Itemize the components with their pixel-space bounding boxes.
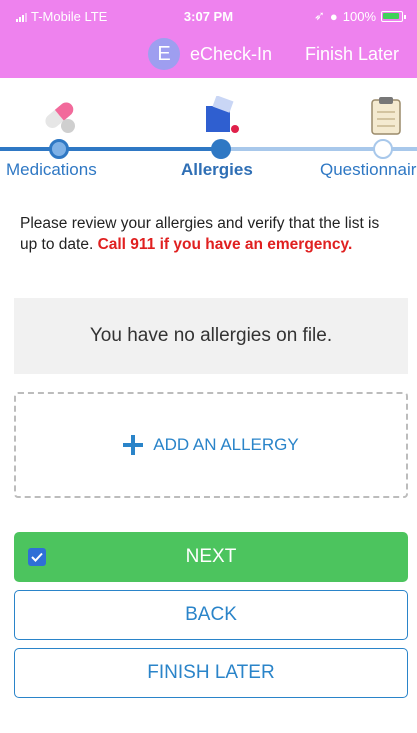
allergy-icon [206,96,239,133]
step-dot-questionnaire[interactable] [373,139,393,159]
app-title: eCheck-In [190,44,273,64]
step-dot-medications[interactable] [49,139,69,159]
location-icon: ➶ [313,8,325,23]
finish-later-button[interactable]: FINISH LATER [14,648,408,698]
status-bar: T-Mobile LTE 3:07 PM ➶ ● 100% [0,0,417,28]
back-button[interactable]: BACK [14,590,408,640]
avatar[interactable]: E [148,38,180,70]
emergency-warning: Call 911 if you have an emergency. [97,236,353,253]
progress-stepper: Medications Allergies Questionnaire [0,90,417,190]
battery-icon [381,10,406,22]
finish-later-link[interactable]: Finish Later [305,44,399,65]
step-label-allergies[interactable]: Allergies [181,160,253,180]
checkbox-icon [28,548,46,566]
header: T-Mobile LTE 3:07 PM ➶ ● 100% E eCheck-I… [0,0,417,78]
battery-percent: 100% [342,8,376,24]
status-right: ➶ ● 100% [313,8,406,24]
step-dot-allergies[interactable] [211,139,231,159]
progress-line-complete [0,147,222,151]
empty-allergies-text: You have no allergies on file. [89,325,333,346]
add-allergy-label: ADD AN ALLERGY [153,435,299,454]
step-label-medications[interactable]: Medications [6,160,97,180]
intro-text: Please review your allergies and verify … [20,213,400,255]
add-allergy-button[interactable]: ADD AN ALLERGY [14,392,408,498]
alarm-icon: ● [329,8,338,24]
next-label: NEXT [185,546,237,567]
back-label: BACK [185,604,237,625]
empty-allergies-message: You have no allergies on file. [14,298,408,374]
clipboard-icon [371,97,401,135]
next-button[interactable]: NEXT [14,532,408,582]
plus-icon [123,435,144,455]
step-label-questionnaire[interactable]: Questionnaire [320,160,417,180]
finish-later-label: FINISH LATER [147,662,275,683]
app-bar: E eCheck-In Finish Later [0,28,417,78]
pills-icon [45,102,75,133]
